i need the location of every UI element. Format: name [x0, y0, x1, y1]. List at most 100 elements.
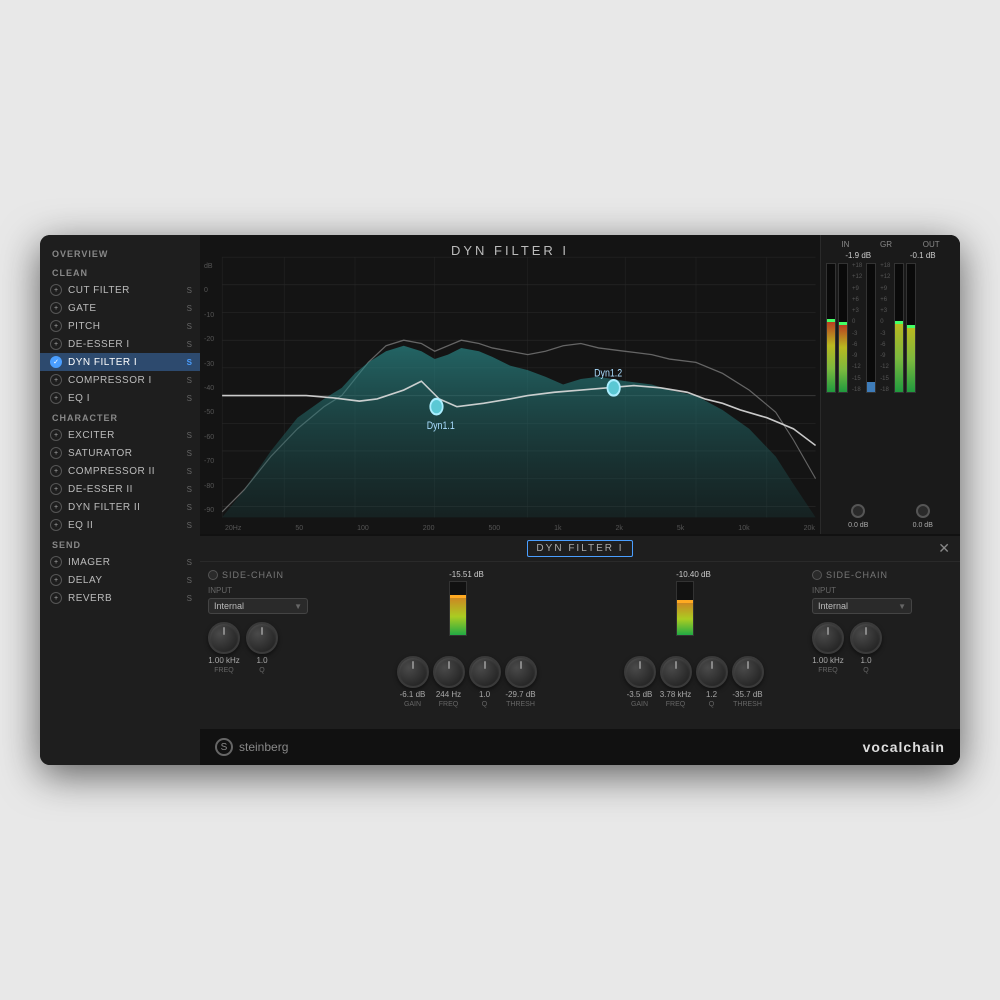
eq-i-label: EQ I [68, 393, 183, 404]
sidebar-item-compressor-ii[interactable]: + COMPRESSOR II S [40, 462, 200, 480]
compressor-ii-label: COMPRESSOR II [68, 466, 183, 477]
dyn-filter-i-s[interactable]: S [187, 358, 192, 367]
right-q-knob[interactable] [850, 622, 882, 654]
band2-q-value: 1.2 [706, 690, 717, 699]
band1-q-knob[interactable] [469, 656, 501, 688]
dyn-filter-ii-label: DYN FILTER II [68, 502, 183, 513]
left-freq-knob[interactable] [208, 622, 240, 654]
band2-q-knob[interactable] [696, 656, 728, 688]
band1-q-label: Q [482, 701, 487, 708]
left-input-label: INPUT [208, 586, 348, 595]
delay-s[interactable]: S [187, 576, 192, 585]
band2-thresh-value: -35.7 dB [732, 690, 762, 699]
band2-freq-label: FREQ [666, 701, 685, 708]
eq-display: DYN FILTER I dB 0 -10 -20 -30 -40 -50 -6… [200, 235, 820, 534]
compressor-ii-s[interactable]: S [187, 467, 192, 476]
out-knob[interactable] [916, 504, 930, 518]
in-knob[interactable] [851, 504, 865, 518]
reverb-label: REVERB [68, 593, 183, 604]
sidebar-item-saturator[interactable]: + SATURATOR S [40, 444, 200, 462]
band1-thresh-knob[interactable] [505, 656, 537, 688]
plugin-container: OVERVIEW CLEAN + CUT FILTER S + GATE S +… [40, 235, 960, 765]
right-input-select[interactable]: Internal ▼ [812, 598, 912, 614]
sidebar-item-exciter[interactable]: + EXCITER S [40, 426, 200, 444]
band2-freq-knob[interactable] [660, 656, 692, 688]
band1-gain-knob[interactable] [397, 656, 429, 688]
pitch-label: PITCH [68, 321, 183, 332]
gate-icon: + [50, 302, 62, 314]
right-sidechain-toggle[interactable] [812, 570, 822, 580]
band1-gain-value: -6.1 dB [400, 690, 426, 699]
eq-title: DYN FILTER I [451, 243, 569, 258]
left-sidechain-section: SIDE-CHAIN INPUT Internal ▼ 1.00 kHz [208, 570, 348, 721]
dyn-point-1 [430, 399, 442, 415]
right-freq-knob[interactable] [812, 622, 844, 654]
sidebar-item-imager[interactable]: + IMAGER S [40, 553, 200, 571]
close-button[interactable]: ✕ [938, 540, 950, 557]
dyn-filter-ii-s[interactable]: S [187, 503, 192, 512]
sidebar-item-eq-i[interactable]: + EQ I S [40, 389, 200, 407]
band2-gain-knob[interactable] [624, 656, 656, 688]
exciter-label: EXCITER [68, 430, 183, 441]
right-freq-value: 1.00 kHz [812, 656, 844, 665]
sidebar-item-de-esser-ii[interactable]: + DE-ESSER II S [40, 480, 200, 498]
left-sidechain-toggle[interactable] [208, 570, 218, 580]
exciter-s[interactable]: S [187, 431, 192, 440]
reverb-s[interactable]: S [187, 594, 192, 603]
band1-q-value: 1.0 [479, 690, 490, 699]
left-freq-label: FREQ [214, 667, 233, 674]
compressor-i-label: COMPRESSOR I [68, 375, 183, 386]
sidebar: OVERVIEW CLEAN + CUT FILTER S + GATE S +… [40, 235, 200, 765]
eq-i-s[interactable]: S [187, 394, 192, 403]
de-esser-i-s[interactable]: S [187, 340, 192, 349]
band1-thresh-label: THRESH [506, 701, 535, 708]
band1-freq-knob[interactable] [433, 656, 465, 688]
steinberg-icon: S [215, 738, 233, 756]
main-content: DYN FILTER I dB 0 -10 -20 -30 -40 -50 -6… [200, 235, 960, 765]
band2-thresh-knob[interactable] [732, 656, 764, 688]
pitch-s[interactable]: S [187, 322, 192, 331]
eq-ii-label: EQ II [68, 520, 183, 531]
imager-s[interactable]: S [187, 558, 192, 567]
out-bottom-value: 0.0 dB [913, 522, 933, 529]
sidebar-item-reverb[interactable]: + REVERB S [40, 589, 200, 607]
eq-i-icon: + [50, 392, 62, 404]
sidebar-item-compressor-i[interactable]: + COMPRESSOR I S [40, 371, 200, 389]
right-freq-label: FREQ [818, 667, 837, 674]
sidebar-item-dyn-filter-ii[interactable]: + DYN FILTER II S [40, 498, 200, 516]
band2-thresh-label: THRESH [733, 701, 762, 708]
dyn-filter-i-icon: ✓ [50, 356, 62, 368]
band1-freq-label: FREQ [439, 701, 458, 708]
sidebar-item-gate[interactable]: + GATE S [40, 299, 200, 317]
left-q-value: 1.0 [256, 656, 267, 665]
band2-db-value: -10.40 dB [676, 570, 711, 579]
compressor-i-s[interactable]: S [187, 376, 192, 385]
gr-label: GR [880, 240, 892, 249]
right-q-value: 1.0 [860, 656, 871, 665]
sidebar-item-pitch[interactable]: + PITCH S [40, 317, 200, 335]
gate-s[interactable]: S [187, 304, 192, 313]
exciter-icon: + [50, 429, 62, 441]
band1-db-value: -15.51 dB [449, 570, 484, 579]
cut-filter-s[interactable]: S [187, 286, 192, 295]
sidebar-item-cut-filter[interactable]: + CUT FILTER S [40, 281, 200, 299]
band2-section: -10.40 dB -3.5 dB GAIN [585, 570, 802, 721]
compressor-i-icon: + [50, 374, 62, 386]
sidebar-item-delay[interactable]: + DELAY S [40, 571, 200, 589]
eq-ii-s[interactable]: S [187, 521, 192, 530]
dyn-filter-i-label: DYN FILTER I [68, 357, 183, 368]
left-q-knob[interactable] [246, 622, 278, 654]
sidebar-item-de-esser-i[interactable]: + DE-ESSER I S [40, 335, 200, 353]
compressor-ii-icon: + [50, 465, 62, 477]
freq-labels: 20Hz 50 100 200 500 1k 2k 5k 10k 20k [225, 525, 815, 532]
sidebar-item-eq-ii[interactable]: + EQ II S [40, 516, 200, 534]
saturator-s[interactable]: S [187, 449, 192, 458]
sidebar-item-dyn-filter-i[interactable]: ✓ DYN FILTER I S [40, 353, 200, 371]
de-esser-ii-s[interactable]: S [187, 485, 192, 494]
left-input-select[interactable]: Internal ▼ [208, 598, 308, 614]
band1-thresh-value: -29.7 dB [505, 690, 535, 699]
in-value: -1.9 dB [845, 251, 871, 260]
delay-label: DELAY [68, 575, 183, 586]
cut-filter-label: CUT FILTER [68, 285, 183, 296]
section-clean: CLEAN [40, 262, 200, 281]
